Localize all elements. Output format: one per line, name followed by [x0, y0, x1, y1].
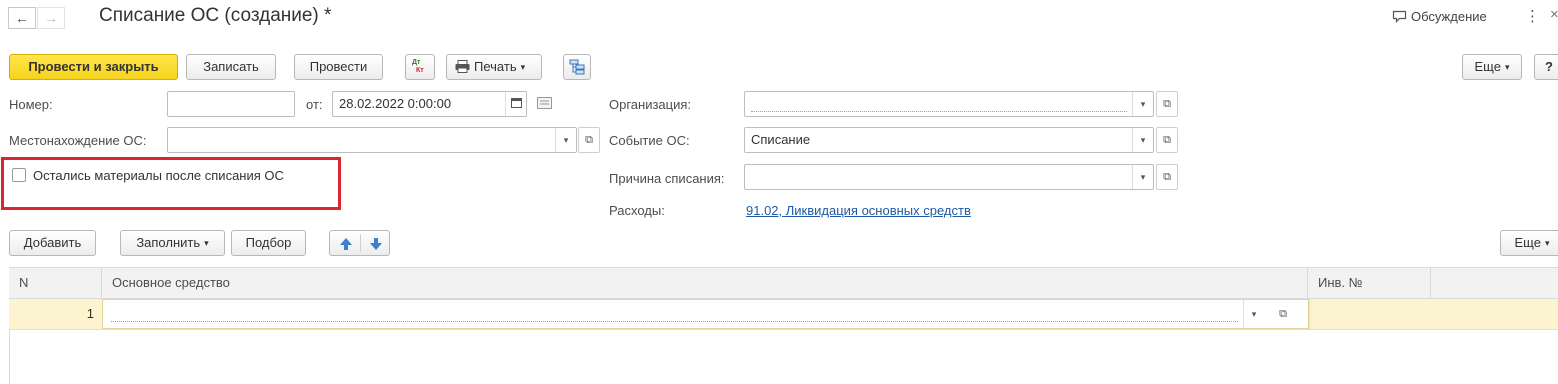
date-field[interactable]: 28.02.2022 0:00:00 [332, 91, 527, 117]
reason-label: Причина списания: [609, 171, 725, 186]
chevron-down-icon[interactable]: ▾ [1132, 128, 1153, 152]
expenses-label: Расходы: [609, 203, 665, 218]
expenses-link[interactable]: 91.02, Ликвидация основных средств [746, 203, 971, 218]
structure-button[interactable] [563, 54, 591, 80]
printer-icon [455, 60, 470, 73]
close-icon[interactable]: × [1550, 6, 1558, 23]
chevron-down-icon[interactable]: ▾ [1132, 92, 1153, 116]
print-label: Печать [474, 59, 517, 74]
discussion-link[interactable]: Обсуждение [1392, 9, 1487, 24]
materials-checkbox-label[interactable]: Остались материалы после списания ОС [33, 168, 284, 183]
asset-cell-editor[interactable]: ▾ ⧉ [102, 299, 1309, 329]
number-label: Номер: [9, 97, 53, 112]
help-button[interactable]: ? [1534, 54, 1558, 80]
chevron-down-icon[interactable]: ▾ [1132, 165, 1153, 189]
forward-button[interactable]: → [37, 7, 65, 29]
save-button[interactable]: Записать [186, 54, 276, 80]
structure-icon [569, 59, 585, 75]
calendar-icon[interactable] [505, 92, 526, 116]
discussion-label: Обсуждение [1411, 9, 1487, 24]
location-field[interactable]: ▾ [167, 127, 577, 153]
chevron-down-icon[interactable]: ▾ [555, 128, 576, 152]
move-buttons [329, 230, 390, 256]
materials-checkbox[interactable] [12, 168, 26, 182]
arrow-down-icon[interactable] [366, 235, 386, 251]
organization-open-icon[interactable]: ⧉ [1156, 91, 1178, 117]
column-inv-number[interactable]: Инв. № [1308, 268, 1431, 298]
comment-icon[interactable] [537, 97, 552, 112]
dtkt-icon: Дт Кт [412, 59, 424, 74]
page-title: Списание ОС (создание) * [99, 5, 332, 26]
event-field[interactable]: Списание ▾ [744, 127, 1154, 153]
arrow-up-icon[interactable] [336, 235, 356, 251]
more-button[interactable]: Еще ▾ [1462, 54, 1522, 80]
pick-button[interactable]: Подбор [231, 230, 306, 256]
add-row-button[interactable]: Добавить [9, 230, 96, 256]
table-row[interactable]: 1 ▾ ⧉ [9, 299, 1558, 330]
print-button[interactable]: Печать ▾ [446, 54, 542, 80]
date-from-label: от: [306, 97, 323, 112]
back-button[interactable]: ← [8, 7, 36, 29]
chevron-down-icon[interactable]: ▾ [1243, 300, 1264, 328]
fill-button[interactable]: Заполнить ▾ [120, 230, 225, 256]
table-more-button[interactable]: Еще ▾ [1500, 230, 1558, 256]
table-header: N Основное средство Инв. № [9, 267, 1558, 299]
organization-field[interactable]: ▾ [744, 91, 1154, 117]
more-menu-icon[interactable]: ⋮ [1525, 7, 1540, 25]
reason-open-icon[interactable]: ⧉ [1156, 164, 1178, 190]
reason-field[interactable]: ▾ [744, 164, 1154, 190]
post-and-close-button[interactable]: Провести и закрыть [9, 54, 178, 80]
organization-label: Организация: [609, 97, 692, 112]
discussion-icon [1392, 10, 1407, 23]
location-label: Местонахождение ОС: [9, 133, 147, 148]
event-label: Событие ОС: [609, 133, 690, 148]
column-n[interactable]: N [9, 268, 102, 298]
highlight-box [1, 157, 341, 210]
row-number: 1 [86, 306, 94, 321]
inv-number-cell[interactable] [1309, 299, 1431, 329]
location-open-icon[interactable]: ⧉ [578, 127, 600, 153]
event-open-icon[interactable]: ⧉ [1156, 127, 1178, 153]
arrow-left-icon: ← [15, 10, 29, 26]
open-icon[interactable]: ⧉ [1272, 300, 1294, 328]
post-button[interactable]: Провести [294, 54, 383, 80]
dtkt-button[interactable]: Дт Кт [405, 54, 435, 80]
arrow-right-icon: → [44, 10, 58, 26]
column-asset[interactable]: Основное средство [102, 268, 1308, 298]
number-field[interactable] [167, 91, 295, 117]
